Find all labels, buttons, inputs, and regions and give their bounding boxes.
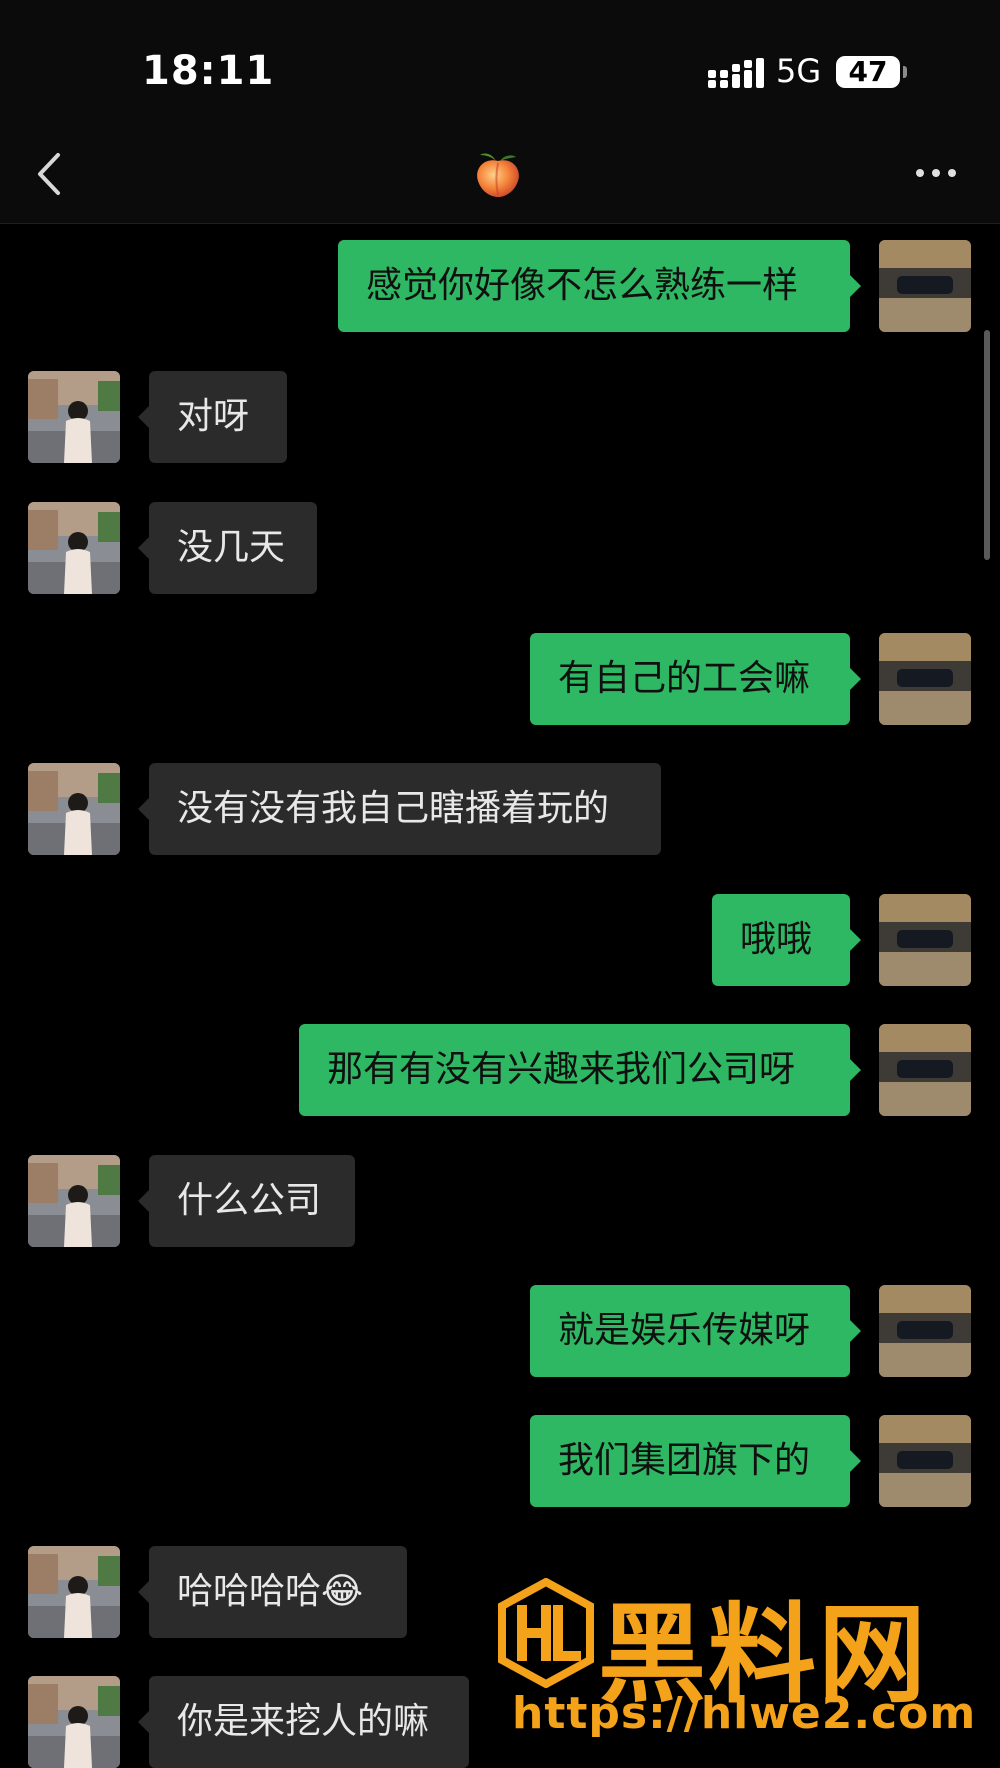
cellular-signal-icon [708, 58, 764, 88]
bubble-tail [138, 1190, 149, 1212]
message-row-outgoing: 有自己的工会嘛 [0, 633, 1000, 725]
battery-level: 47 [848, 55, 888, 88]
message-bubble[interactable]: 没有没有我自己瞎播着玩的 [149, 763, 661, 855]
message-row-outgoing: 哦哦 [0, 894, 1000, 986]
watermark: 黑料网 https://hlwe2.com [490, 1570, 990, 1755]
bubble-tail [850, 929, 861, 951]
my-avatar[interactable] [879, 633, 971, 725]
contact-avatar[interactable] [28, 1546, 120, 1638]
chat-message-list: 感觉你好像不怎么熟练一样 对呀 没几天 有自己的工会嘛 没有没有我自己瞎播着玩的… [0, 223, 1000, 1768]
message-bubble[interactable]: 感觉你好像不怎么熟练一样 [338, 240, 850, 332]
watermark-logo-icon [498, 1578, 594, 1688]
more-dots-icon[interactable] [914, 161, 958, 185]
message-row-incoming: 没几天 [0, 502, 1000, 594]
message-row-outgoing: 我们集团旗下的 [0, 1415, 1000, 1507]
my-avatar[interactable] [879, 894, 971, 986]
message-bubble[interactable]: 没几天 [149, 502, 317, 594]
message-bubble[interactable]: 对呀 [149, 371, 287, 463]
bubble-tail [850, 1320, 861, 1342]
my-avatar[interactable] [879, 240, 971, 332]
contact-avatar[interactable] [28, 763, 120, 855]
bubble-tail [138, 537, 149, 559]
bubble-tail [138, 798, 149, 820]
bubble-tail [850, 1059, 861, 1081]
watermark-url: https://hlwe2.com [512, 1688, 977, 1739]
my-avatar[interactable] [879, 1285, 971, 1377]
message-bubble[interactable]: 哦哦 [712, 894, 850, 986]
message-bubble[interactable]: 有自己的工会嘛 [530, 633, 850, 725]
message-row-outgoing: 感觉你好像不怎么熟练一样 [0, 240, 1000, 332]
contact-avatar[interactable] [28, 1676, 120, 1768]
chevron-left-icon[interactable] [34, 149, 64, 199]
bubble-tail [850, 1450, 861, 1472]
battery-cap [903, 66, 907, 78]
contact-avatar[interactable] [28, 1155, 120, 1247]
bubble-tail [138, 1711, 149, 1733]
contact-avatar[interactable] [28, 502, 120, 594]
bubble-tail [850, 668, 861, 690]
status-bar: 18:11 5G 47 [0, 0, 1000, 125]
chat-header [0, 125, 1000, 224]
message-bubble[interactable]: 哈哈哈哈😂 [149, 1546, 407, 1638]
message-row-incoming: 什么公司 [0, 1155, 1000, 1247]
message-row-incoming: 对呀 [0, 371, 1000, 463]
bubble-tail [138, 406, 149, 428]
message-bubble[interactable]: 我们集团旗下的 [530, 1415, 850, 1507]
peach-icon [477, 153, 519, 197]
bubble-tail [850, 275, 861, 297]
message-row-outgoing: 就是娱乐传媒呀 [0, 1285, 1000, 1377]
status-time: 18:11 [142, 48, 275, 94]
my-avatar[interactable] [879, 1415, 971, 1507]
my-avatar[interactable] [879, 1024, 971, 1116]
contact-avatar[interactable] [28, 371, 120, 463]
network-type-label: 5G [776, 52, 822, 90]
message-row-outgoing: 那有有没有兴趣来我们公司呀 [0, 1024, 1000, 1116]
message-bubble[interactable]: 什么公司 [149, 1155, 355, 1247]
bubble-tail [138, 1581, 149, 1603]
message-row-incoming: 没有没有我自己瞎播着玩的 [0, 763, 1000, 855]
message-bubble[interactable]: 那有有没有兴趣来我们公司呀 [299, 1024, 850, 1116]
message-bubble[interactable]: 就是娱乐传媒呀 [530, 1285, 850, 1377]
message-bubble[interactable]: 你是来挖人的嘛 [149, 1676, 469, 1768]
